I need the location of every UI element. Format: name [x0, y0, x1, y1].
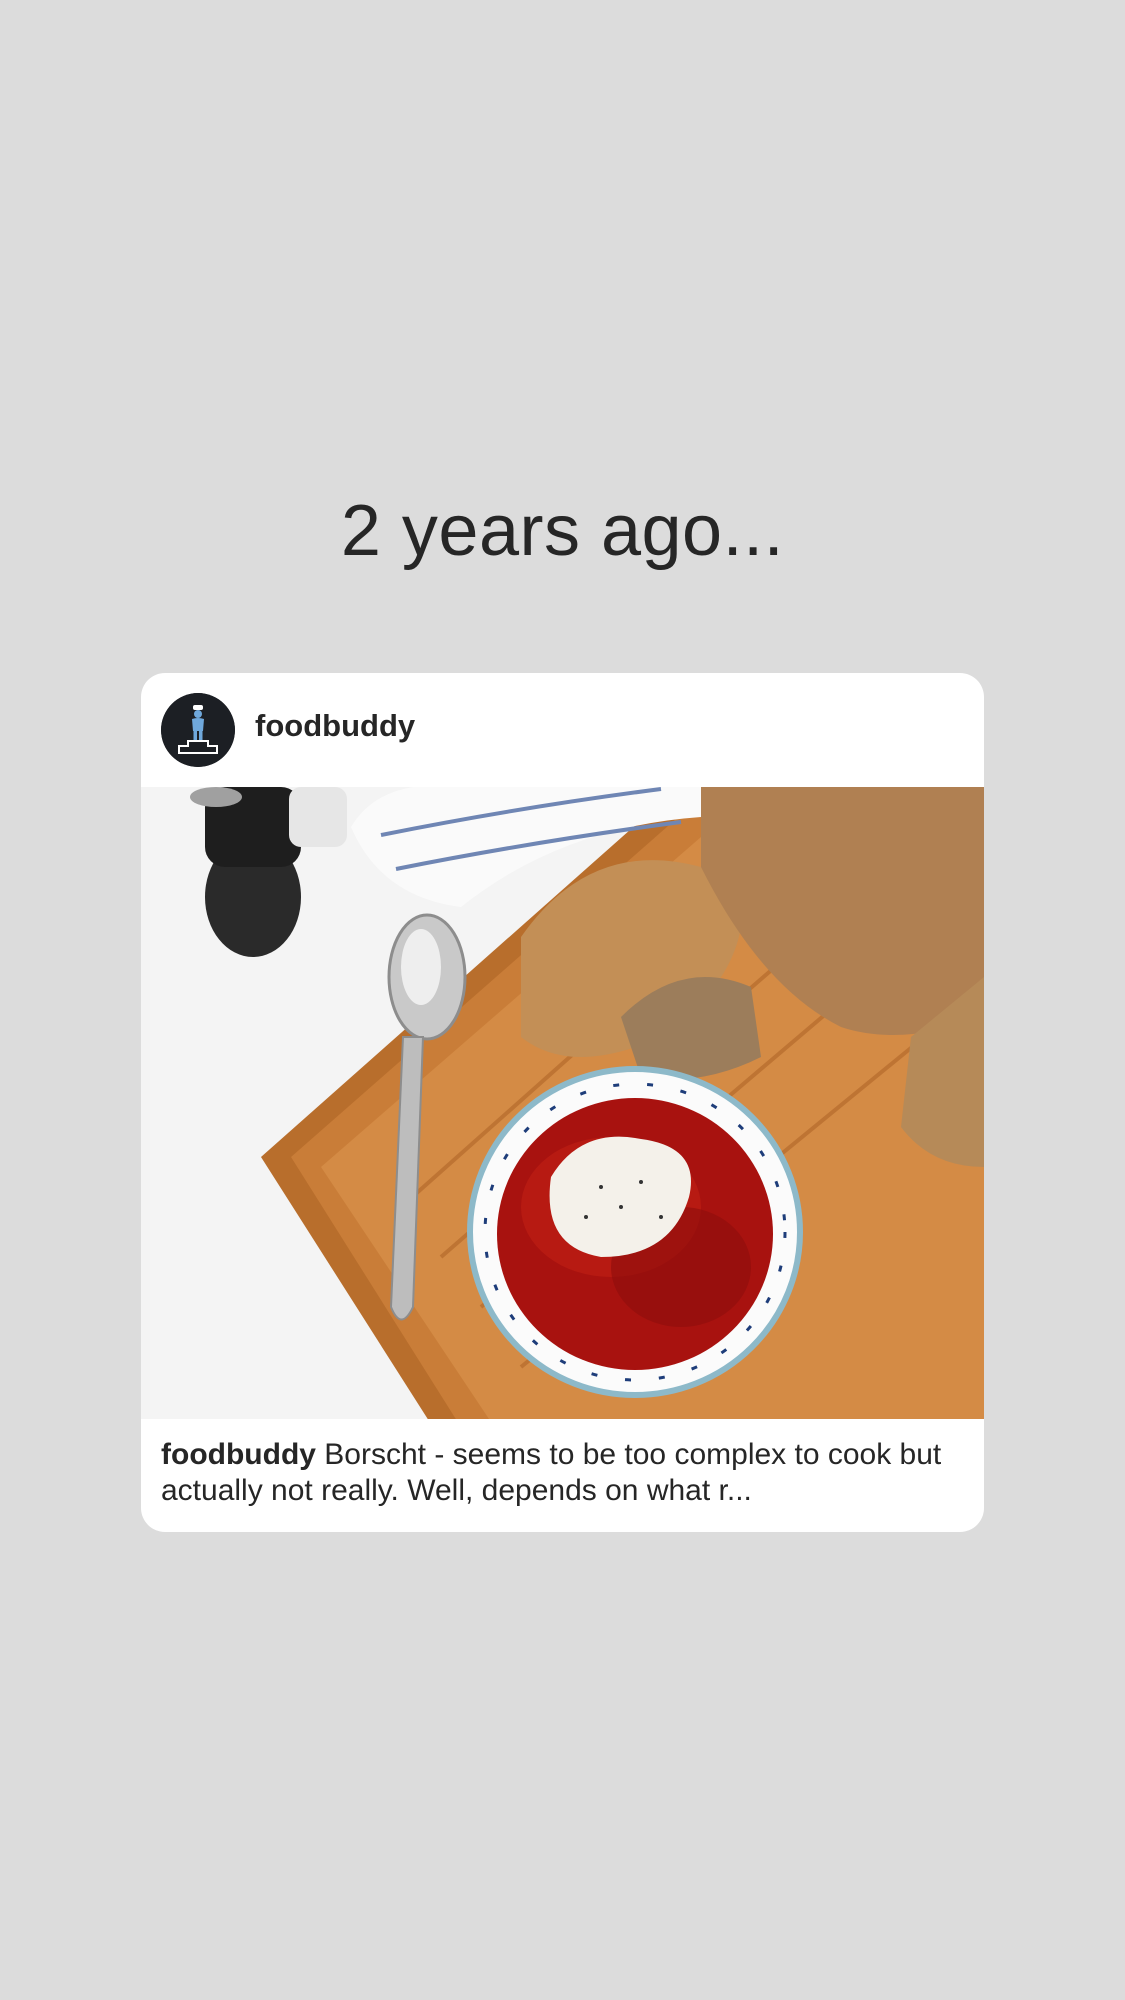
avatar[interactable] — [161, 693, 235, 767]
post-header: foodbuddy — [141, 673, 984, 787]
memory-title: 2 years ago... — [340, 491, 785, 571]
chef-on-podium-icon — [161, 693, 235, 767]
caption-username[interactable]: foodbuddy — [161, 1438, 316, 1471]
post-caption[interactable]: foodbuddy Borscht - seems to be too comp… — [161, 1437, 961, 1509]
post-card[interactable]: foodbuddy foodbuddy Borscht - seems to b… — [141, 673, 984, 1532]
post-username[interactable]: foodbuddy — [255, 708, 415, 744]
post-photo[interactable] — [141, 787, 984, 1419]
